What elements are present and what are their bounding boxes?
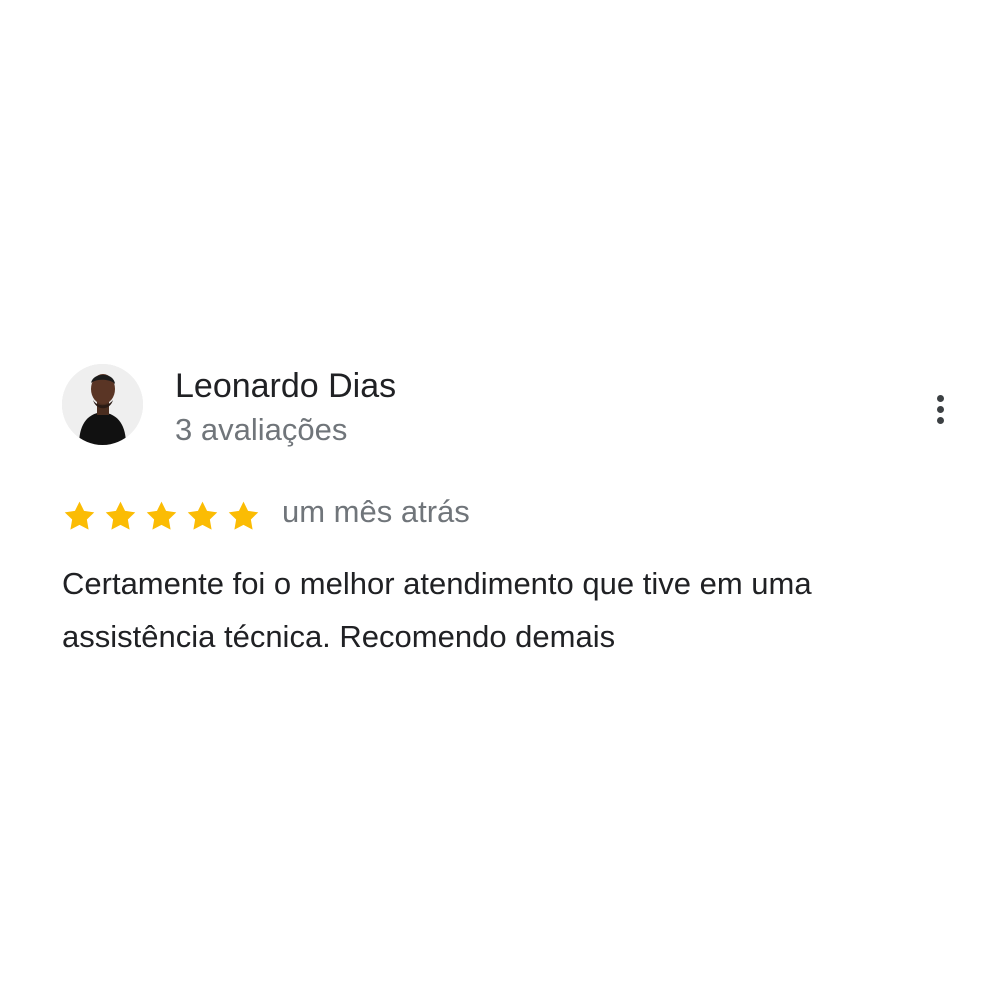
more-vert-icon <box>937 417 944 424</box>
more-options-button[interactable] <box>920 384 962 436</box>
more-vert-icon <box>937 406 944 413</box>
review-count: 3 avaliações <box>175 412 348 447</box>
review-card: Leonardo Dias 3 avaliações um mês atrás … <box>0 0 1000 1000</box>
star-icon <box>228 501 259 530</box>
star-icon <box>64 501 95 530</box>
star-icon <box>146 501 177 530</box>
star-icon <box>187 501 218 530</box>
review-date: um mês atrás <box>282 494 470 529</box>
star-icon <box>105 501 136 530</box>
reviewer-photo-icon <box>62 364 143 445</box>
more-vert-icon <box>937 395 944 402</box>
review-text: Certamente foi o melhor atendimento que … <box>62 566 812 654</box>
avatar[interactable] <box>62 364 143 445</box>
reviewer-name[interactable]: Leonardo Dias <box>175 366 396 406</box>
star-rating <box>62 496 261 536</box>
